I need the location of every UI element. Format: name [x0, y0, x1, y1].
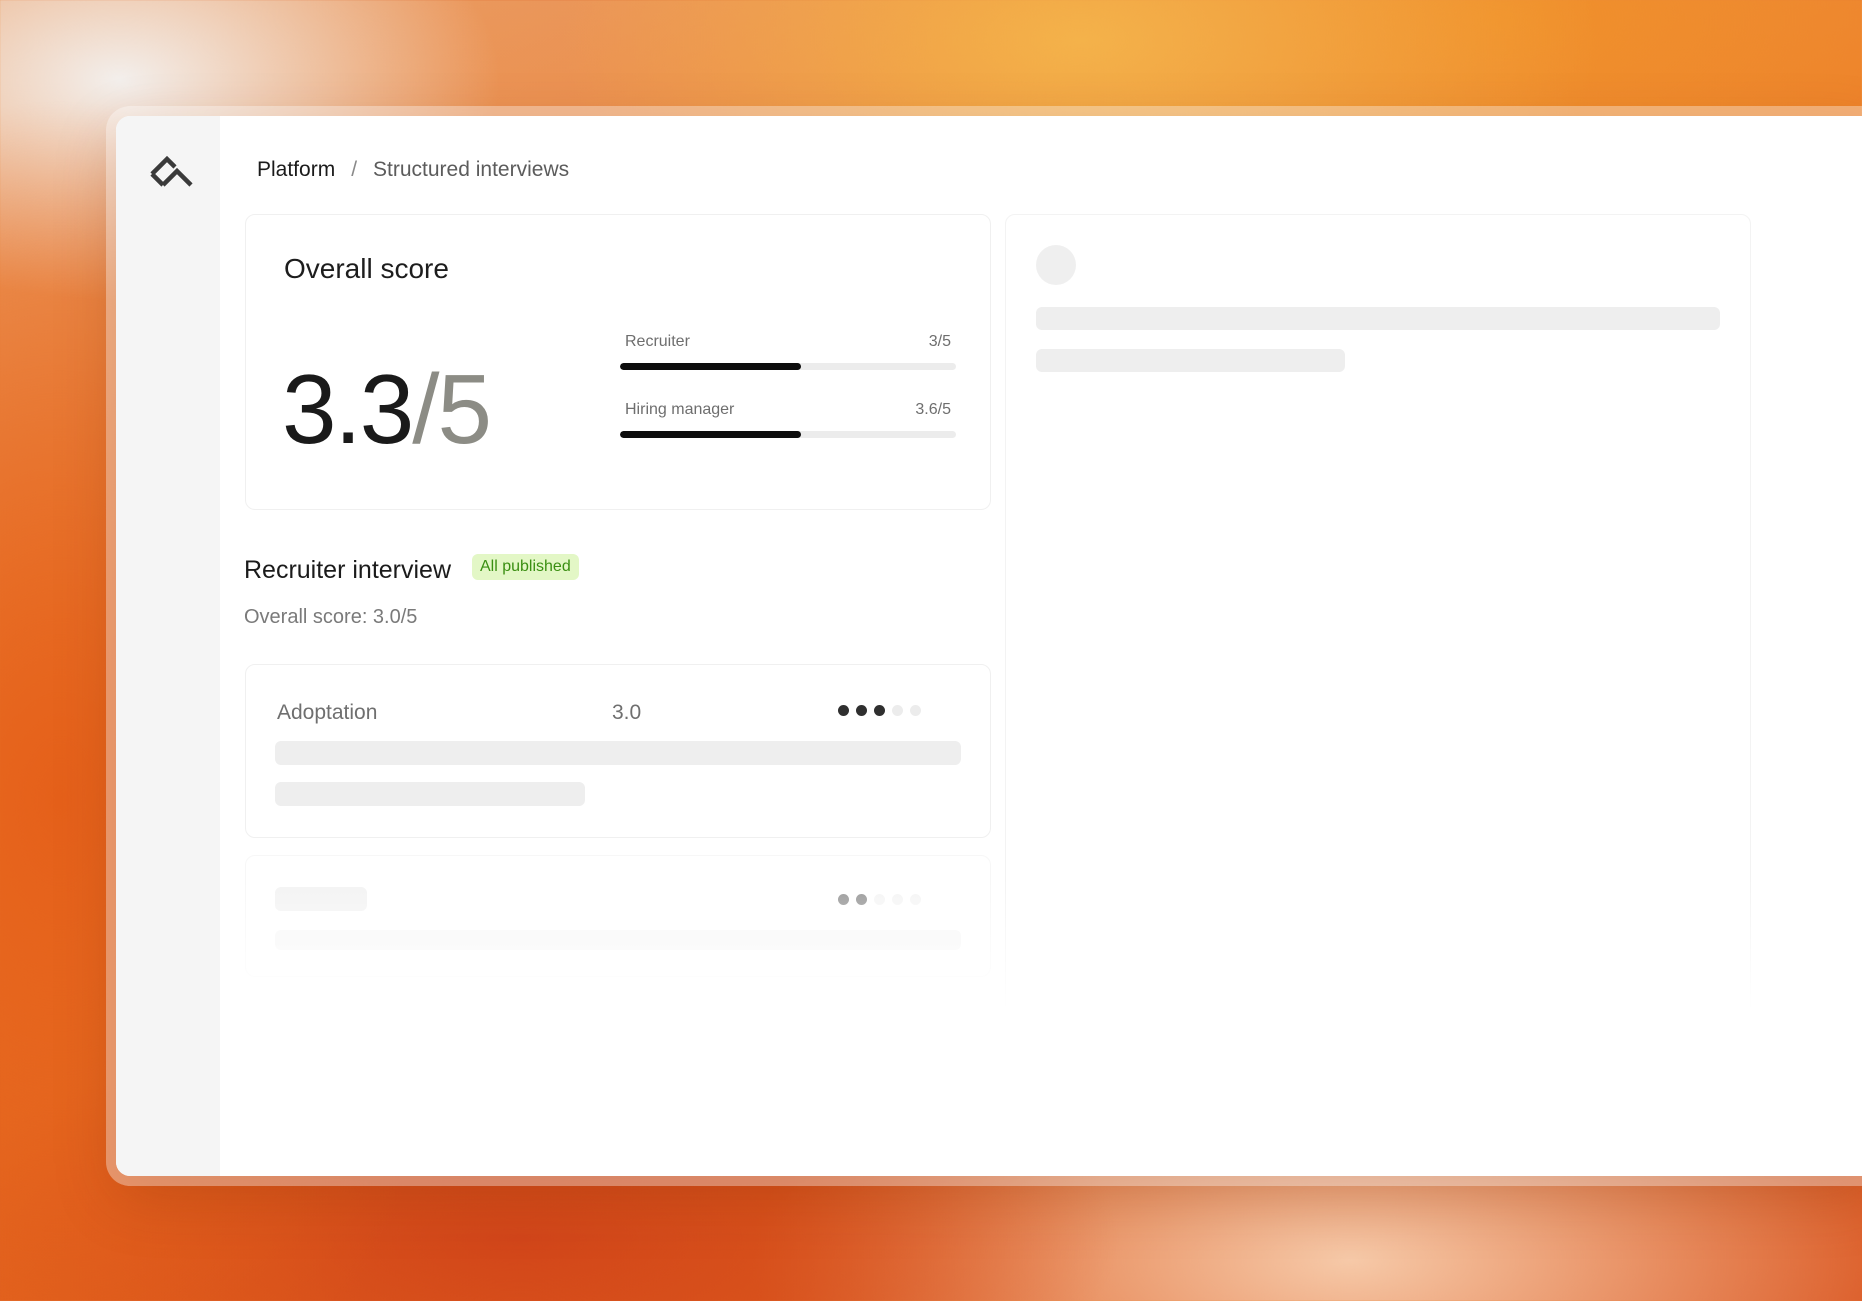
breakdown-progress-fill: [620, 431, 802, 438]
skeleton-line: [1036, 349, 1345, 372]
diamond-logo-icon[interactable]: [148, 154, 194, 194]
fade-overlay: [220, 876, 1862, 1176]
criterion-name: Adoptation: [277, 701, 378, 724]
breakdown-progress-track: [620, 363, 956, 370]
skeleton-line: [1036, 307, 1720, 330]
overall-score-title: Overall score: [284, 253, 449, 284]
skeleton-line: [275, 782, 585, 806]
rating-dots: [838, 705, 921, 716]
rating-dot-filled: [874, 705, 885, 716]
rating-dot-filled: [856, 705, 867, 716]
overall-score-number: 3.3: [282, 354, 414, 464]
section-overall-score: Overall score: 3.0/5: [244, 606, 418, 628]
breadcrumb-separator: /: [351, 158, 358, 181]
breadcrumb: Platform / Structured interviews: [257, 158, 569, 182]
skeleton-line: [275, 741, 961, 765]
criterion-card[interactable]: Adoptation 3.0: [245, 664, 991, 838]
breakdown-progress-track: [620, 431, 956, 438]
overall-score-denominator: /5: [412, 354, 492, 464]
breadcrumb-root-link[interactable]: Platform: [257, 158, 335, 182]
breadcrumb-current: Structured interviews: [373, 158, 570, 181]
breakdown-value: 3/5: [928, 333, 951, 350]
criterion-score: 3.0: [612, 701, 642, 724]
app-window: Platform / Structured interviews Overall…: [116, 116, 1862, 1176]
breakdown-progress-fill: [620, 363, 802, 370]
breakdown-label: Hiring manager: [625, 401, 735, 418]
overall-score-card: Overall score 3.3/5 Recruiter 3/5 Hiring…: [245, 214, 991, 510]
section-title: Recruiter interview: [244, 556, 452, 584]
sidebar: [116, 116, 220, 1176]
status-badge: All published: [472, 554, 579, 580]
overall-score-value: 3.3/5: [282, 360, 492, 458]
breakdown-label: Recruiter: [625, 333, 690, 350]
rating-dot-empty: [910, 705, 921, 716]
avatar-placeholder: [1036, 245, 1076, 285]
rating-dot-empty: [892, 705, 903, 716]
rating-dot-filled: [838, 705, 849, 716]
breakdown-value: 3.6/5: [915, 401, 951, 418]
